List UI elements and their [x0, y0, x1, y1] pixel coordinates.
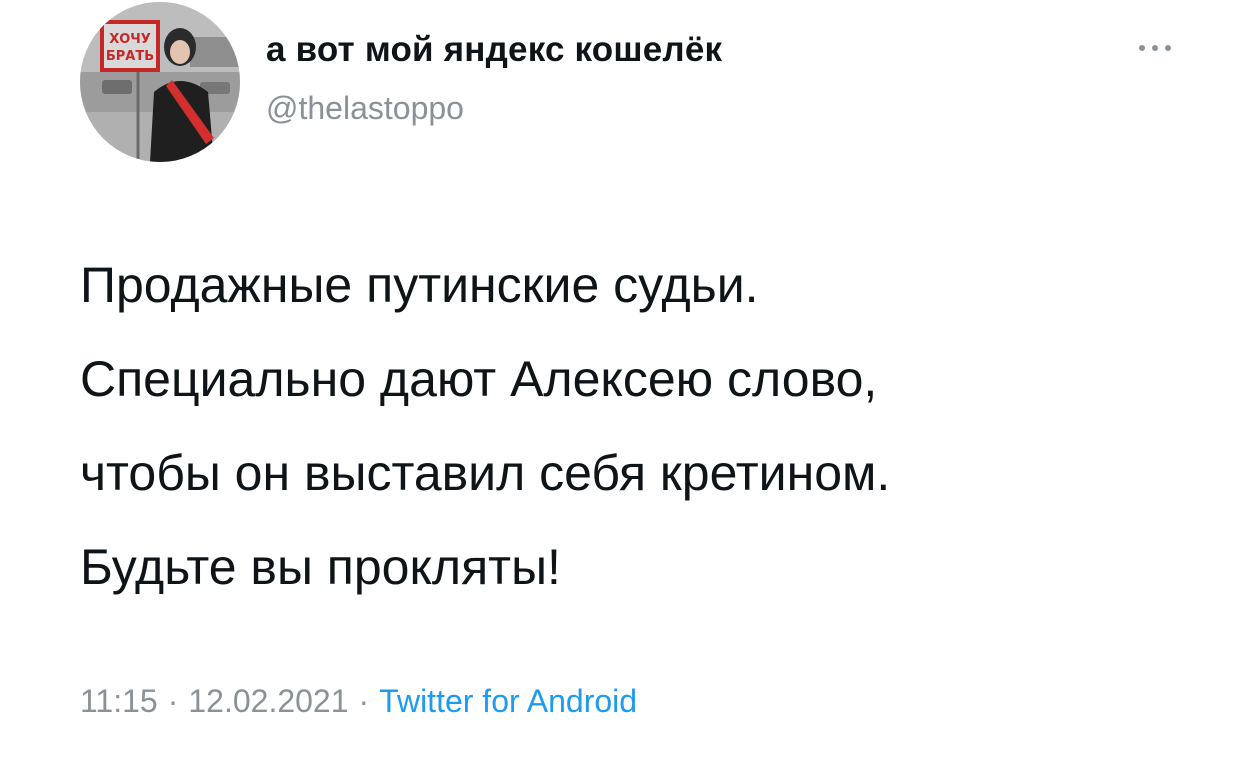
- author-name[interactable]: а вот мой яндекс кошелёк: [266, 30, 722, 70]
- tweet-text-line: Будьте вы прокляты!: [80, 539, 561, 595]
- avatar-photo: ХОЧУ БРАТЬ: [80, 2, 240, 162]
- tweet-text-line: Специально дают Алексею слово,: [80, 351, 878, 407]
- meta-separator: ·: [167, 683, 179, 719]
- avatar[interactable]: ХОЧУ БРАТЬ: [80, 2, 240, 162]
- tweet-text: Продажные путинские судьи. Специально да…: [80, 238, 1200, 614]
- tweet-date[interactable]: 12.02.2021: [188, 683, 348, 719]
- author-handle[interactable]: @thelastoppo: [266, 90, 464, 127]
- avatar-sign-line2: БРАТЬ: [106, 49, 154, 64]
- tweet-meta: 11:15 · 12.02.2021 · Twitter for Android: [80, 683, 637, 720]
- tweet-time[interactable]: 11:15: [80, 683, 158, 719]
- avatar-sign-line1: ХОЧУ: [109, 32, 151, 47]
- tweet-text-line: Продажные путинские судьи.: [80, 257, 759, 313]
- more-horizontal-icon[interactable]: [1130, 38, 1180, 58]
- tweet-text-line: чтобы он выставил себя кретином.: [80, 445, 891, 501]
- tweet-source-link[interactable]: Twitter for Android: [379, 683, 637, 719]
- meta-separator: ·: [358, 683, 370, 719]
- tweet-card: ХОЧУ БРАТЬ а вот мой яндекс кошелёк @the…: [0, 0, 1241, 758]
